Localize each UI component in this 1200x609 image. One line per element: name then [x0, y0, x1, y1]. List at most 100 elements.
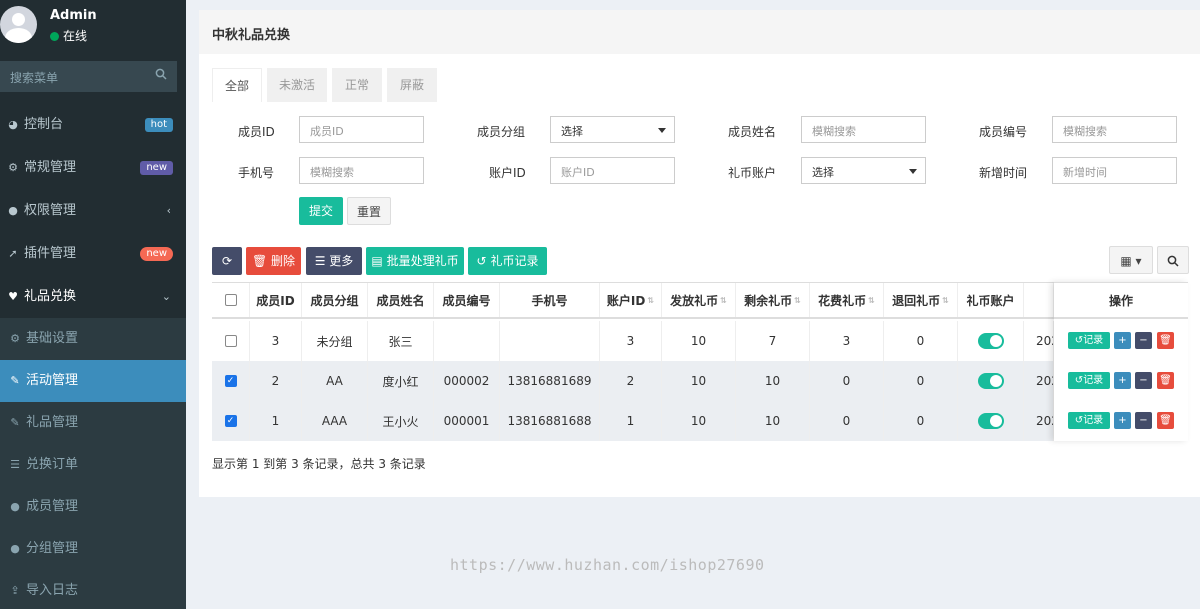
- cell-member-no: [434, 321, 500, 361]
- sort-icon: ⇅: [720, 295, 727, 305]
- select-all-checkbox[interactable]: [224, 294, 237, 306]
- minus-button[interactable]: −: [1135, 372, 1152, 389]
- sidebar-item-label: 兑换订单: [26, 457, 79, 472]
- sidebar-item-label: 基础设置: [26, 331, 79, 346]
- cell-member-id: 2: [250, 361, 302, 401]
- delete-row-button[interactable]: 🗑: [1157, 412, 1174, 429]
- record-button[interactable]: ↺记录: [1068, 372, 1110, 389]
- col-group[interactable]: 成员分组: [302, 283, 368, 317]
- add-button[interactable]: +: [1114, 412, 1131, 429]
- refresh-button[interactable]: ⟳: [212, 247, 242, 275]
- sidebar-item-auth[interactable]: ● 权限管理 ‹: [0, 189, 186, 232]
- sidebar-item-basic-settings[interactable]: ⚙ 基础设置: [0, 318, 186, 360]
- col-returned[interactable]: 退回礼币 ⇅: [884, 283, 958, 317]
- delete-row-button[interactable]: 🗑: [1157, 332, 1174, 349]
- member-no-input[interactable]: 模糊搜索: [1052, 116, 1177, 143]
- sort-icon: ⇅: [868, 295, 875, 305]
- coin-account-toggle[interactable]: [977, 413, 1004, 429]
- row-checkbox[interactable]: ✓: [224, 375, 237, 387]
- submit-button[interactable]: 提交: [299, 197, 343, 225]
- group-icon: ●: [10, 542, 20, 555]
- heart-icon: ♥: [8, 290, 18, 303]
- add-button[interactable]: +: [1114, 372, 1131, 389]
- sidebar-search-input[interactable]: 搜索菜单: [0, 61, 177, 92]
- coin-account-toggle[interactable]: [977, 373, 1004, 389]
- pagination-summary: 显示第 1 到第 3 条记录，总共 3 条记录: [212, 457, 426, 471]
- coin-account-toggle[interactable]: [977, 333, 1004, 349]
- col-returned-label: 退回礼币: [892, 293, 941, 308]
- record-button[interactable]: ↺记录: [1068, 332, 1110, 349]
- cogs-icon: ⚙: [10, 332, 20, 345]
- sidebar-item-gift-exchange[interactable]: ♥ 礼品兑换 ⌄: [0, 275, 186, 318]
- sidebar-item-activity[interactable]: ✎ 活动管理: [0, 360, 186, 402]
- member-id-label: 成员ID: [238, 125, 275, 139]
- hot-badge: hot: [144, 118, 173, 132]
- col-issued[interactable]: 发放礼币 ⇅: [662, 283, 736, 317]
- member-group-select[interactable]: 选择: [550, 116, 675, 143]
- delete-button[interactable]: 🗑 删除: [246, 247, 301, 275]
- row-checkbox[interactable]: ✓: [224, 415, 237, 427]
- phone-input[interactable]: 模糊搜索: [299, 157, 424, 184]
- cell-account-id: 2: [600, 361, 662, 401]
- tab-all[interactable]: 全部: [212, 68, 262, 102]
- sidebar-item-gifts[interactable]: ✎ 礼品管理: [0, 402, 186, 444]
- sidebar-item-label: 插件管理: [24, 246, 77, 261]
- col-issued-label: 发放礼币: [670, 293, 719, 308]
- dashboard-icon: ◕: [8, 118, 18, 131]
- user-icon: ●: [10, 500, 20, 513]
- col-phone[interactable]: 手机号: [500, 283, 600, 317]
- cell-issued: 10: [662, 321, 736, 361]
- avatar: [0, 6, 37, 43]
- col-coin-account[interactable]: 礼币账户: [958, 283, 1024, 317]
- coin-account-label: 礼币账户: [728, 166, 777, 180]
- table-header: 成员ID 成员分组 成员姓名 成员编号 手机号 账户ID ⇅ 发放礼币 ⇅ 剩余礼币…: [212, 282, 1187, 319]
- sidebar-item-orders[interactable]: ☰ 兑换订单: [0, 444, 186, 486]
- file-icon: ▤: [371, 254, 383, 268]
- created-time-input[interactable]: 新增时间: [1052, 157, 1177, 184]
- account-id-input[interactable]: 账户ID: [550, 157, 675, 184]
- chevron-left-icon: ‹: [166, 204, 171, 217]
- minus-button[interactable]: −: [1135, 332, 1152, 349]
- coin-account-select[interactable]: 选择: [801, 157, 926, 184]
- member-name-input[interactable]: 模糊搜索: [801, 116, 926, 143]
- columns-toggle-button[interactable]: ▦ ▾: [1109, 246, 1153, 274]
- cell-created: 202: [1024, 361, 1054, 401]
- table-row: 3 未分组 张三 3 10 7 3 0 202: [212, 321, 1187, 361]
- tab-blocked[interactable]: 屏蔽: [387, 68, 437, 102]
- record-button[interactable]: ↺记录: [1068, 412, 1110, 429]
- col-member-no[interactable]: 成员编号: [434, 283, 500, 317]
- page-title: 中秋礼品兑换: [212, 28, 291, 43]
- coin-log-button[interactable]: ↺ 礼币记录: [468, 247, 547, 275]
- sort-icon: ⇅: [647, 295, 655, 305]
- table-search-button[interactable]: [1157, 246, 1189, 274]
- member-name-label: 成员姓名: [728, 125, 777, 139]
- trash-icon: 🗑: [1159, 335, 1172, 346]
- reset-button[interactable]: 重置: [347, 197, 391, 225]
- member-id-input[interactable]: 成员ID: [299, 116, 424, 143]
- batch-coin-button[interactable]: ▤ 批量处理礼币: [366, 247, 464, 275]
- col-account-id-label: 账户ID: [606, 293, 646, 308]
- sidebar-item-general[interactable]: ⚙ 常规管理 new: [0, 146, 186, 189]
- delete-row-button[interactable]: 🗑: [1157, 372, 1174, 389]
- sidebar-item-members[interactable]: ● 成员管理: [0, 486, 186, 528]
- tab-inactive[interactable]: 未激活: [267, 68, 327, 102]
- history-icon: ↺: [476, 254, 487, 268]
- sidebar-item-groups[interactable]: ● 分组管理: [0, 528, 186, 570]
- more-button[interactable]: ☰ 更多: [306, 247, 362, 275]
- sidebar-item-plugins[interactable]: ➚ 插件管理 new: [0, 232, 186, 275]
- grid-icon: ▦ ▾: [1120, 254, 1142, 268]
- col-name[interactable]: 成员姓名: [368, 283, 434, 317]
- col-member-id[interactable]: 成员ID: [250, 283, 302, 317]
- minus-button[interactable]: −: [1135, 412, 1152, 429]
- col-account-id[interactable]: 账户ID ⇅: [600, 283, 662, 317]
- minus-icon: −: [1139, 415, 1148, 426]
- tab-normal[interactable]: 正常: [332, 68, 382, 102]
- row-checkbox[interactable]: [224, 335, 237, 347]
- col-spent[interactable]: 花费礼币 ⇅: [810, 283, 884, 317]
- sidebar-item-import-log[interactable]: ⇪ 导入日志: [0, 570, 186, 609]
- col-remain[interactable]: 剩余礼币 ⇅: [736, 283, 810, 317]
- sidebar-menu: ◕ 控制台 hot ⚙ 常规管理 new ● 权限管理 ‹ ➚ 插件管理 new ♥ 礼品兑换 ⌄ …: [0, 103, 186, 609]
- search-icon[interactable]: [155, 68, 167, 80]
- sidebar-item-dashboard[interactable]: ◕ 控制台 hot: [0, 103, 186, 146]
- add-button[interactable]: +: [1114, 332, 1131, 349]
